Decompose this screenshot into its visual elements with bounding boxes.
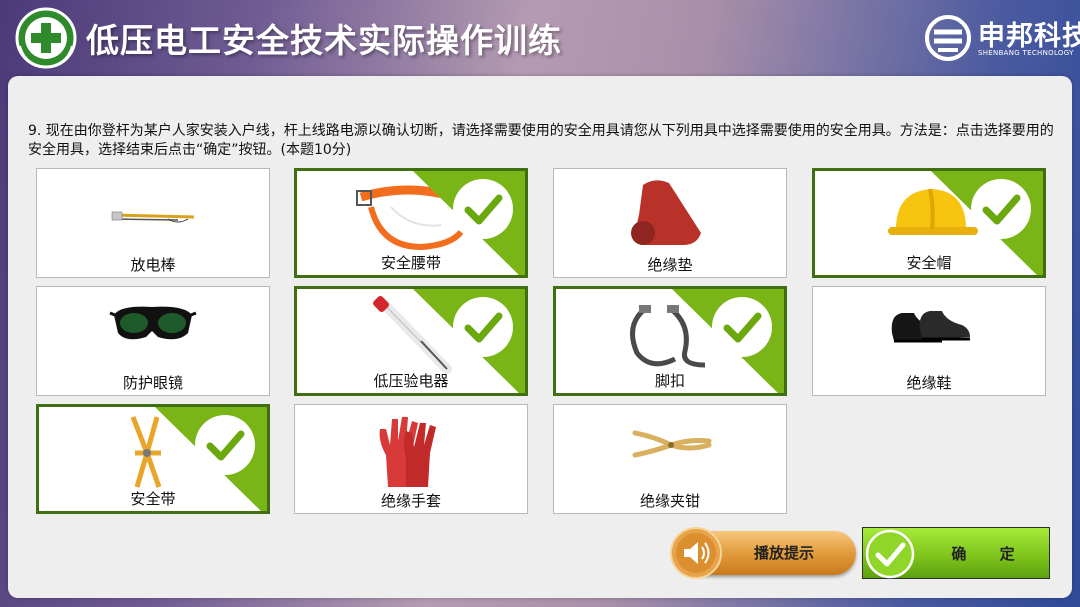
tool-label: 脚扣	[654, 372, 685, 390]
play-hint-label: 播放提示	[753, 544, 814, 562]
insulating-shoes-icon	[813, 293, 1045, 373]
tool-label: 绝缘鞋	[906, 374, 952, 392]
tool-card-discharge-rod[interactable]: 放电棒	[36, 168, 270, 278]
confirm-label: 确 定	[951, 545, 1029, 563]
insulating-pliers-icon	[554, 411, 786, 491]
insulating-gloves-icon	[295, 411, 527, 491]
tool-card-insulating-shoes[interactable]: 绝缘鞋	[812, 286, 1046, 396]
checkmark-icon	[453, 179, 513, 239]
checkmark-icon	[865, 529, 915, 579]
tool-label: 防护眼镜	[122, 374, 183, 392]
tool-card-insulating-mat[interactable]: 绝缘垫	[553, 168, 787, 278]
checkmark-icon	[453, 297, 513, 357]
tool-label: 绝缘夹钳	[639, 492, 700, 510]
tool-card-safety-belt[interactable]: 安全腰带	[294, 168, 528, 278]
tool-card-hard-hat[interactable]: 安全帽	[812, 168, 1046, 278]
speaker-icon	[670, 527, 722, 579]
tool-card-voltage-tester[interactable]: 低压验电器	[294, 286, 528, 396]
confirm-button[interactable]: 确 定	[862, 527, 1050, 579]
brand-subtitle: SHENBANG TECHNOLOGY	[978, 49, 1074, 57]
tool-label: 放电棒	[130, 256, 176, 274]
goggles-icon	[37, 293, 269, 373]
brand-name: 申邦科技	[978, 21, 1080, 52]
tool-card-safety-harness[interactable]: 安全带	[36, 404, 270, 514]
brand: 申邦科技 SHENBANG TECHNOLOGY	[924, 12, 1080, 62]
tool-card-insulating-gloves[interactable]: 绝缘手套	[294, 404, 528, 514]
checkmark-icon	[195, 415, 255, 475]
tool-label: 安全帽	[906, 254, 952, 272]
brand-logo-icon	[925, 15, 971, 61]
tool-label: 安全腰带	[380, 254, 441, 272]
tool-card-climbing-spikes[interactable]: 脚扣	[553, 286, 787, 396]
question-text: 9. 现在由你登杆为某户人家安装入户线，杆上线路电源以确认切断，请选择需要使用的…	[28, 123, 1054, 158]
safety-cross-logo-icon	[15, 7, 77, 69]
tool-label: 安全带	[130, 490, 176, 508]
insulating-mat-icon	[554, 175, 786, 255]
checkmark-icon	[971, 179, 1031, 239]
discharge-rod-icon	[37, 175, 269, 255]
tool-card-insulating-pliers[interactable]: 绝缘夹钳	[553, 404, 787, 514]
play-hint-button[interactable]: 播放提示	[670, 527, 858, 579]
tool-label: 低压验电器	[373, 372, 449, 390]
checkmark-icon	[712, 297, 772, 357]
app-title: 低压电工安全技术实际操作训练	[86, 21, 562, 60]
tool-card-goggles[interactable]: 防护眼镜	[36, 286, 270, 396]
title-bar: 低压电工安全技术实际操作训练 申邦科技 SHENBANG TECHNOLOGY	[0, 0, 1080, 75]
tool-label: 绝缘手套	[380, 492, 441, 510]
tool-label: 绝缘垫	[647, 256, 693, 274]
